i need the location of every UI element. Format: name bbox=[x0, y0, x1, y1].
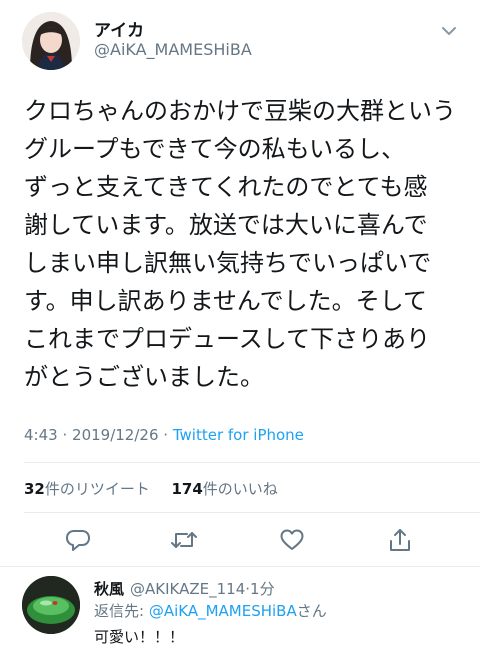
likes-stat[interactable]: 174件のいいね bbox=[171, 480, 277, 498]
reply-avatar[interactable] bbox=[22, 576, 80, 634]
user-handle[interactable]: @AiKA_MAMESHiBA bbox=[94, 40, 252, 59]
meta-separator: · bbox=[163, 426, 169, 444]
retweets-stat[interactable]: 32件のリツイート bbox=[24, 480, 150, 498]
retweet-icon bbox=[171, 532, 197, 548]
retweet-button[interactable] bbox=[164, 520, 204, 560]
chevron-down-icon[interactable] bbox=[440, 22, 458, 40]
reply-handle[interactable]: @AKIKAZE_114 bbox=[130, 580, 245, 598]
meta-separator: · bbox=[62, 426, 68, 444]
tweet-time: 4:43 bbox=[24, 426, 58, 444]
avatar[interactable] bbox=[22, 12, 80, 70]
likes-label: 件のいいね bbox=[202, 480, 278, 498]
replying-prefix: 返信先: bbox=[94, 602, 149, 620]
divider bbox=[24, 462, 480, 463]
retweets-label: 件のリツイート bbox=[44, 480, 150, 498]
reply-tweet[interactable]: 秋風 @AKIKAZE_114·1分 返信先: @AiKA_MAMESHiBAさん… bbox=[0, 566, 480, 652]
retweets-count: 32 bbox=[24, 480, 45, 498]
replying-suffix: さん bbox=[296, 602, 327, 620]
replying-to: 返信先: @AiKA_MAMESHiBAさん bbox=[94, 600, 327, 621]
tweet-source-link[interactable]: Twitter for iPhone bbox=[173, 426, 304, 444]
action-bar bbox=[0, 520, 480, 560]
likes-count: 174 bbox=[171, 480, 203, 498]
reply-header: 秋風 @AKIKAZE_114·1分 bbox=[94, 578, 275, 599]
share-button[interactable] bbox=[380, 520, 420, 560]
tweet-text: クロちゃんのおかけで豆柴の大群という グループもできて今の私もいるし、 ずっと支… bbox=[24, 97, 456, 391]
tweet-header: アイカ @AiKA_MAMESHiBA bbox=[0, 0, 480, 80]
heart-icon bbox=[280, 529, 304, 550]
reply-time: 1分 bbox=[250, 580, 275, 598]
like-button[interactable] bbox=[272, 520, 312, 560]
tweet-date: 2019/12/26 bbox=[72, 426, 159, 444]
reply-display-name[interactable]: 秋風 bbox=[94, 580, 124, 598]
replying-to-mention[interactable]: @AiKA_MAMESHiBA bbox=[149, 602, 297, 620]
divider bbox=[24, 512, 480, 513]
reply-text: 可愛い！！！ bbox=[94, 628, 185, 646]
share-icon bbox=[390, 529, 410, 551]
reply-icon bbox=[66, 530, 90, 551]
display-name[interactable]: アイカ bbox=[94, 16, 144, 41]
reply-button[interactable] bbox=[58, 520, 98, 560]
tweet-meta: 4:43 · 2019/12/26 · Twitter for iPhone bbox=[24, 426, 304, 444]
tweet-stats: 32件のリツイート 174件のいいね bbox=[24, 478, 278, 499]
